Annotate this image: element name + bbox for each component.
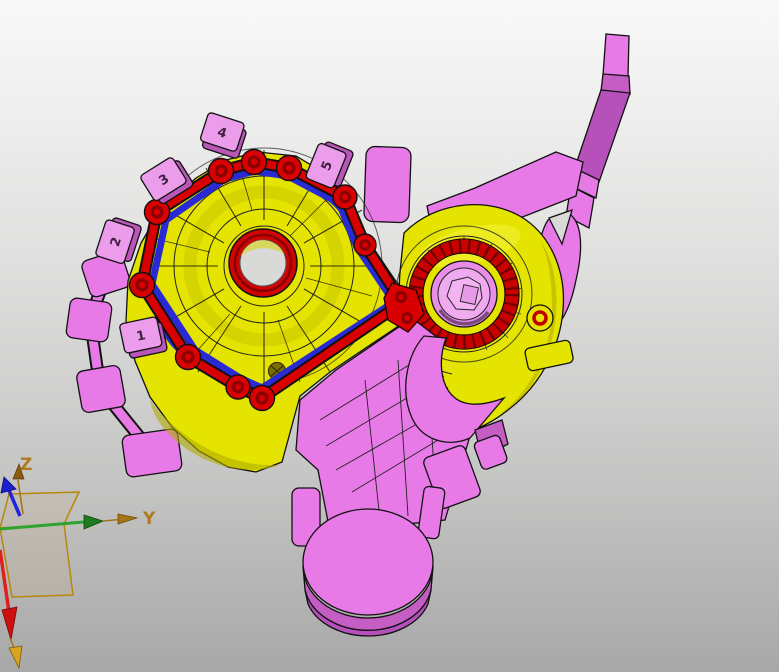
balloon-tag-1[interactable]: 1 [119, 316, 168, 360]
shaft-notch [460, 285, 478, 305]
sketch-plane[interactable] [0, 524, 73, 597]
z-axis-blue-arrowhead [1, 477, 16, 493]
balloon-tag-4[interactable]: 4 [198, 112, 249, 159]
arm-diagonal-strap [574, 90, 630, 182]
y-axis-label: Y [142, 509, 156, 529]
coordinate-triad: Y Z [0, 455, 156, 668]
gasket-junction-hole-center [404, 315, 410, 321]
arm-top-segment [603, 34, 629, 77]
model-canvas[interactable]: 1 2 3 4 5 Y [0, 0, 779, 672]
y-axis-green-arrowhead [84, 515, 103, 529]
chain-pad[interactable] [65, 297, 112, 342]
chain-pad[interactable] [76, 364, 127, 413]
x-axis-world-arrowhead [9, 646, 22, 668]
cylinder-top-face[interactable] [303, 509, 433, 615]
housing-tab-top[interactable] [364, 146, 412, 223]
cylinder-boss[interactable] [303, 509, 433, 636]
dome-boss [527, 305, 553, 331]
gasket-junction-hole-center [398, 294, 404, 300]
x-axis-red-arrowhead [2, 607, 17, 640]
z-axis-label: Z [20, 455, 32, 475]
y-axis-world-shaft [103, 520, 120, 522]
cad-viewport[interactable]: 1 2 3 4 5 Y [0, 0, 779, 672]
y-axis-world-arrowhead [118, 514, 137, 524]
center-bore[interactable] [229, 229, 297, 297]
